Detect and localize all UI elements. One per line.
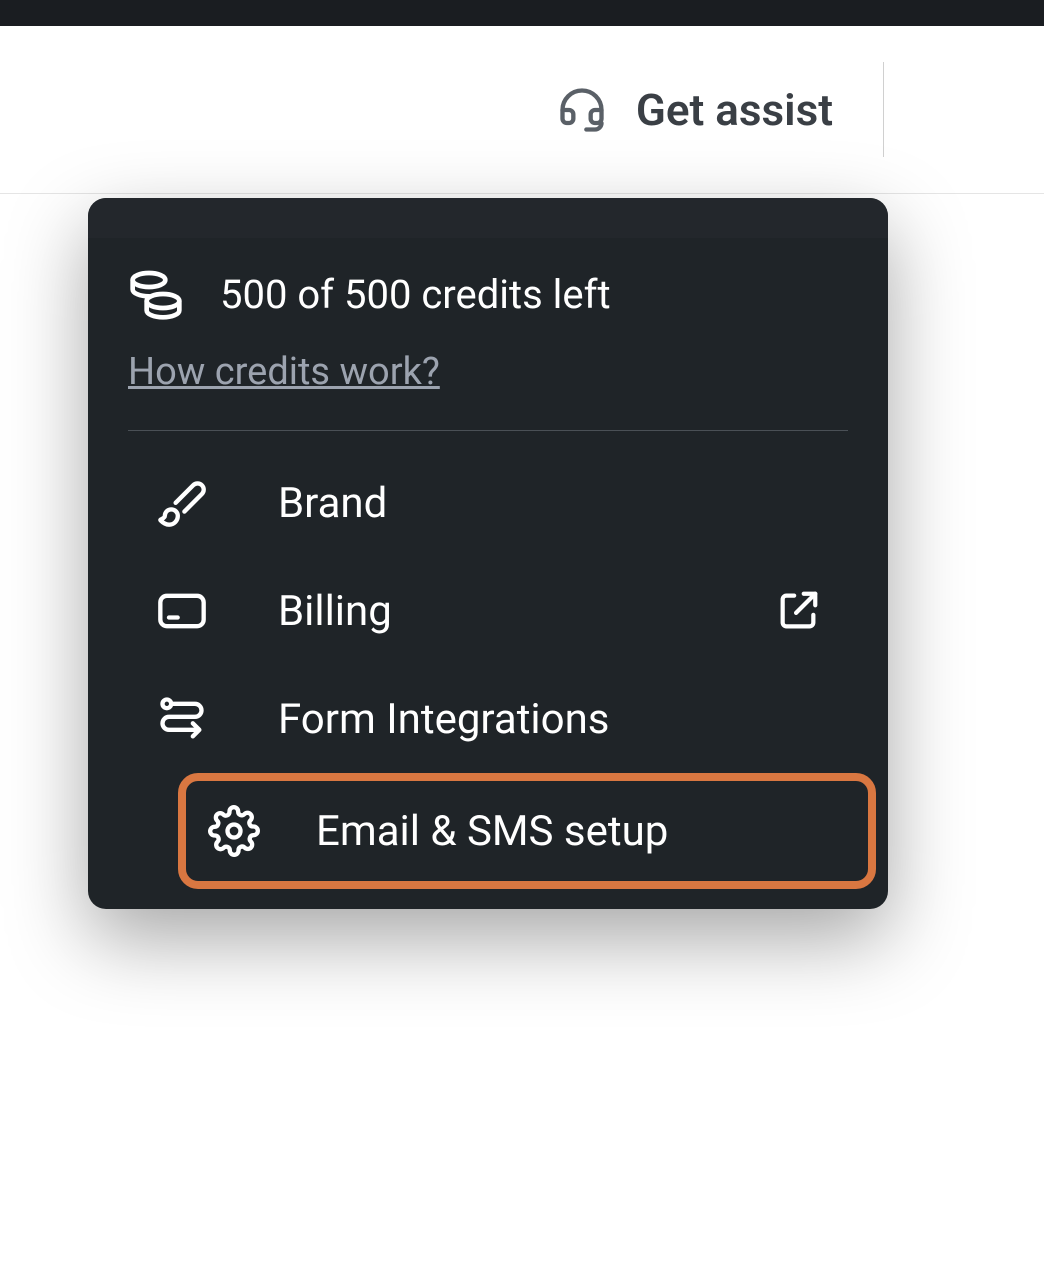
route-icon: [156, 693, 208, 745]
credits-text: 500 of 500 credits left: [220, 271, 611, 318]
menu-items: Brand Billing: [88, 449, 888, 889]
menu-item-label: Billing: [278, 587, 705, 636]
menu-item-brand[interactable]: Brand: [128, 449, 876, 557]
credits-section: 500 of 500 credits left How credits work…: [88, 238, 888, 422]
menu-item-label: Form Integrations: [278, 695, 856, 744]
header-bar: Get assist: [0, 26, 1044, 194]
assist-label: Get assist: [636, 84, 833, 136]
menu-item-label: Email & SMS setup: [316, 807, 852, 856]
credit-card-icon: [156, 585, 208, 637]
menu-item-billing[interactable]: Billing: [128, 557, 876, 665]
headset-icon: [556, 84, 608, 136]
brush-icon: [156, 477, 208, 529]
credits-row: 500 of 500 credits left: [128, 266, 848, 322]
user-menu-button[interactable]: [884, 100, 964, 119]
menu-item-label: Brand: [278, 479, 856, 528]
user-dropdown-menu: 500 of 500 credits left How credits work…: [88, 198, 888, 909]
coins-icon: [128, 266, 184, 322]
get-assist-button[interactable]: Get assist: [506, 62, 884, 157]
menu-item-email-sms-setup[interactable]: Email & SMS setup: [178, 773, 876, 889]
dropdown-top-tab: [88, 198, 888, 238]
menu-item-form-integrations[interactable]: Form Integrations: [128, 665, 876, 773]
menu-divider: [128, 430, 848, 431]
top-dark-bar: [0, 0, 1044, 26]
external-link-icon: [775, 588, 821, 634]
gear-icon: [208, 805, 260, 857]
how-credits-work-link[interactable]: How credits work?: [128, 350, 440, 394]
